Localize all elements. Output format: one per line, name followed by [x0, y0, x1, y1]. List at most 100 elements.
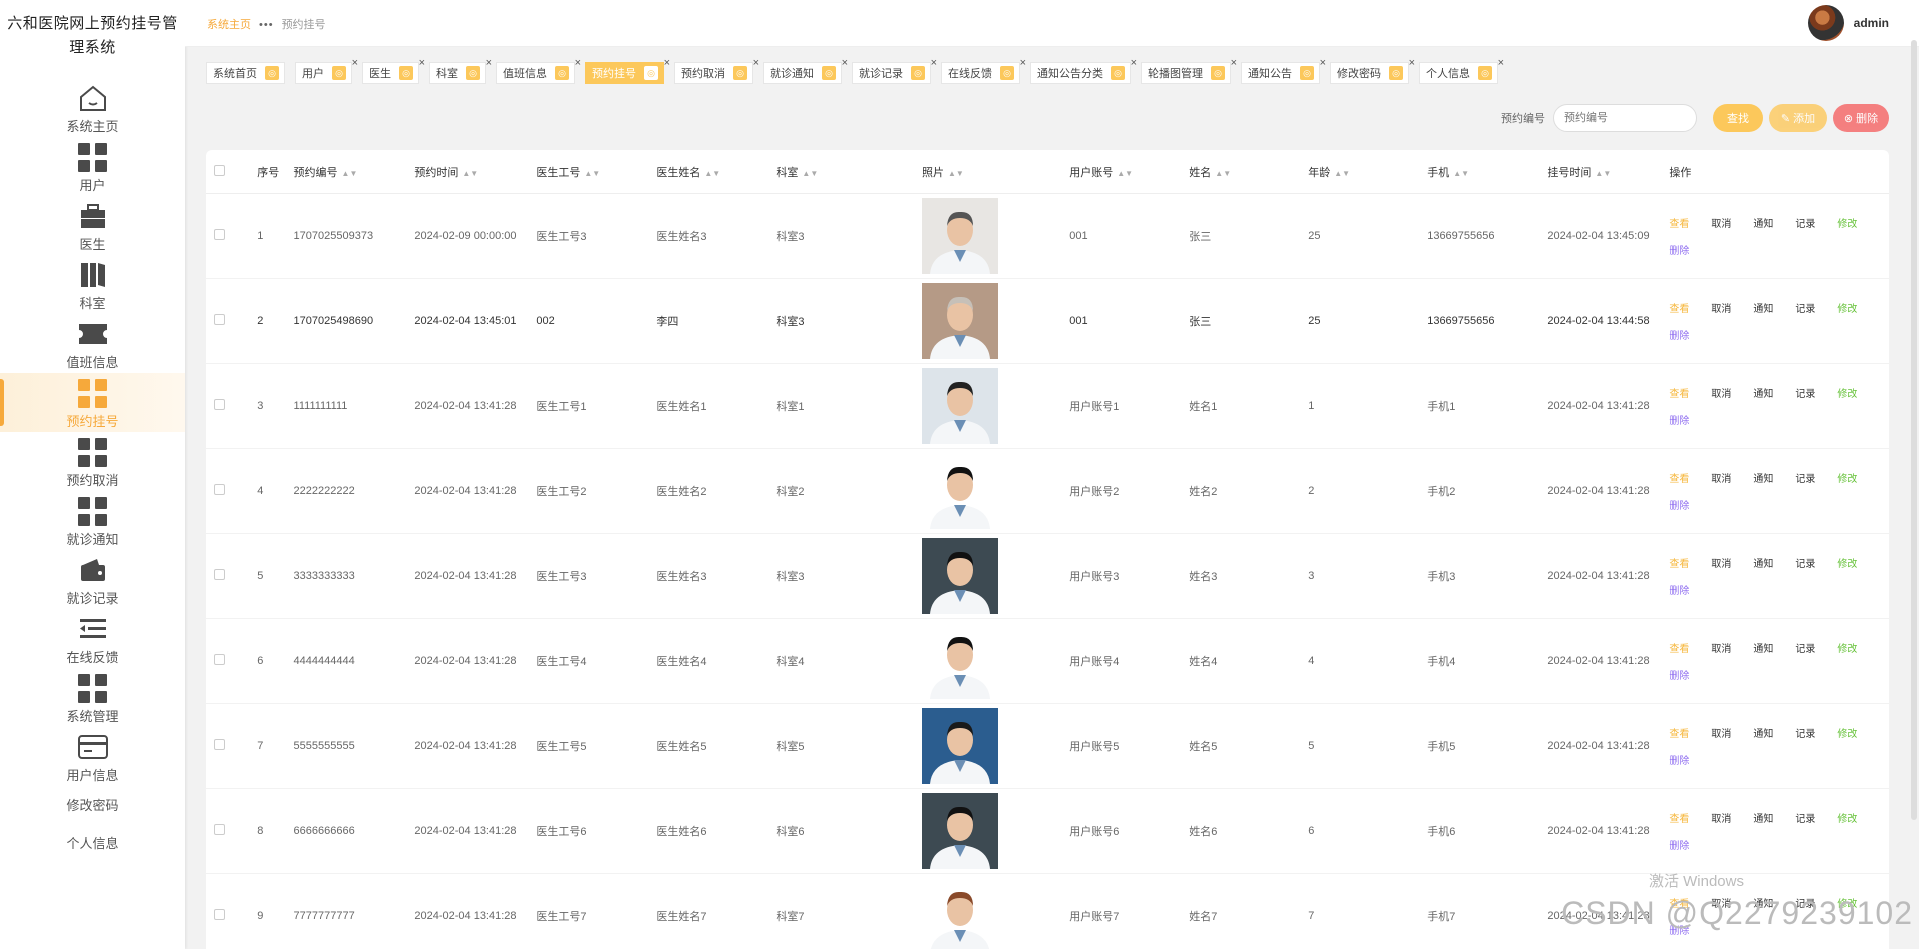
record-link[interactable]: 记录 — [1795, 810, 1837, 825]
cancel-link[interactable]: 取消 — [1711, 385, 1753, 400]
record-link[interactable]: 记录 — [1795, 555, 1837, 570]
tab-5[interactable]: 预约挂号 ◎ × — [585, 57, 670, 84]
edit-link[interactable]: 修改 — [1837, 300, 1879, 315]
avatar[interactable] — [1807, 5, 1844, 41]
sidebar-item-13[interactable]: 个人信息 — [0, 824, 185, 862]
tab-4[interactable]: 值班信息 ◎ × — [496, 57, 581, 84]
table-row[interactable]: 2 1707025498690 2024-02-04 13:45:01 002 李四 科室… — [206, 278, 1889, 364]
tab-close-icon[interactable]: × — [931, 57, 937, 69]
tab-7[interactable]: 就诊通知 ◎ × — [763, 57, 848, 84]
sort-icon[interactable]: ▲▼ — [1453, 169, 1469, 178]
tab-1[interactable]: 用户 ◎ × — [295, 57, 358, 84]
row-checkbox[interactable] — [214, 229, 225, 240]
doctor-photo[interactable] — [921, 283, 998, 359]
sort-icon[interactable]: ▲▼ — [1334, 169, 1350, 178]
tab-close-icon[interactable]: × — [486, 57, 492, 69]
view-link[interactable]: 查看 — [1669, 470, 1711, 485]
doctor-photo[interactable] — [921, 198, 998, 274]
table-row[interactable]: 4 2222222222 2024-02-04 13:41:28 医生工号2 医生姓名2… — [206, 448, 1889, 534]
sidebar-item-9[interactable]: 在线反馈 — [0, 609, 185, 668]
column-header-10[interactable]: 手机 ▲▼ — [1427, 150, 1548, 194]
edit-link[interactable]: 修改 — [1837, 215, 1879, 230]
edit-link[interactable]: 修改 — [1837, 810, 1879, 825]
table-row[interactable]: 8 6666666666 2024-02-04 13:41:28 医生工号6 医生姓名6… — [206, 788, 1889, 874]
record-link[interactable]: 记录 — [1795, 385, 1837, 400]
column-header-4[interactable]: 医生姓名 ▲▼ — [656, 150, 777, 194]
tab-refresh-icon[interactable]: ◎ — [332, 66, 346, 80]
tab-close-icon[interactable]: × — [575, 57, 581, 69]
page-scrollbar[interactable] — [1911, 40, 1917, 820]
sidebar-item-10[interactable]: 系统管理 — [0, 668, 185, 727]
row-checkbox[interactable] — [214, 314, 225, 325]
sidebar-item-3[interactable]: 科室 — [0, 255, 185, 314]
column-header-7[interactable]: 用户账号 ▲▼ — [1069, 150, 1190, 194]
cancel-link[interactable]: 取消 — [1711, 810, 1753, 825]
delete-link[interactable]: 删除 — [1669, 667, 1889, 682]
row-checkbox[interactable] — [214, 569, 225, 580]
delete-button[interactable]: ⊗ 删除 — [1833, 104, 1889, 132]
view-link[interactable]: 查看 — [1669, 640, 1711, 655]
sidebar-item-5[interactable]: 预约挂号 — [0, 373, 185, 432]
tab-10[interactable]: 通知公告分类 ◎ × — [1030, 57, 1137, 84]
tab-11[interactable]: 轮播图管理 ◎ × — [1141, 57, 1237, 84]
tab-close-icon[interactable]: × — [1409, 57, 1415, 69]
add-button[interactable]: ✎ 添加 — [1769, 104, 1827, 132]
sidebar-item-1[interactable]: 用户 — [0, 137, 185, 196]
tab-refresh-icon[interactable]: ◎ — [265, 66, 279, 80]
column-header-11[interactable]: 挂号时间 ▲▼ — [1547, 150, 1670, 194]
notify-link[interactable]: 通知 — [1753, 215, 1795, 230]
delete-link[interactable]: 删除 — [1669, 327, 1889, 342]
record-link[interactable]: 记录 — [1795, 215, 1837, 230]
tab-2[interactable]: 医生 ◎ × — [362, 57, 425, 84]
row-checkbox[interactable] — [214, 654, 225, 665]
sort-icon[interactable]: ▲▼ — [1595, 169, 1611, 178]
tab-refresh-icon[interactable]: ◎ — [1211, 66, 1225, 80]
tab-12[interactable]: 通知公告 ◎ × — [1241, 57, 1326, 84]
row-checkbox[interactable] — [214, 824, 225, 835]
sort-icon[interactable]: ▲▼ — [1117, 169, 1133, 178]
tab-13[interactable]: 修改密码 ◎ × — [1330, 57, 1415, 84]
tab-14[interactable]: 个人信息 ◎ × — [1419, 57, 1504, 84]
tab-3[interactable]: 科室 ◎ × — [429, 57, 492, 84]
tab-refresh-icon[interactable]: ◎ — [555, 66, 569, 80]
tab-refresh-icon[interactable]: ◎ — [733, 66, 747, 80]
column-header-2[interactable]: 预约时间 ▲▼ — [414, 150, 537, 194]
tab-close-icon[interactable]: × — [753, 57, 759, 69]
sort-icon[interactable]: ▲▼ — [802, 169, 818, 178]
sort-icon[interactable]: ▲▼ — [1215, 169, 1231, 178]
sidebar-item-7[interactable]: 就诊通知 — [0, 491, 185, 550]
record-link[interactable]: 记录 — [1795, 725, 1837, 740]
tab-close-icon[interactable]: × — [664, 57, 670, 69]
cancel-link[interactable]: 取消 — [1711, 300, 1753, 315]
tab-refresh-icon[interactable]: ◎ — [1300, 66, 1314, 80]
tab-close-icon[interactable]: × — [842, 57, 848, 69]
notify-link[interactable]: 通知 — [1753, 725, 1795, 740]
delete-link[interactable]: 删除 — [1669, 582, 1889, 597]
tab-6[interactable]: 预约取消 ◎ × — [674, 57, 759, 84]
sidebar-item-11[interactable]: 用户信息 — [0, 727, 185, 786]
view-link[interactable]: 查看 — [1669, 725, 1711, 740]
cancel-link[interactable]: 取消 — [1711, 725, 1753, 740]
sort-icon[interactable]: ▲▼ — [462, 169, 478, 178]
sidebar-item-0[interactable]: 系统主页 — [0, 78, 185, 137]
tab-refresh-icon[interactable]: ◎ — [1478, 66, 1492, 80]
table-row[interactable]: 5 3333333333 2024-02-04 13:41:28 医生工号3 医生姓名3… — [206, 533, 1889, 619]
cancel-link[interactable]: 取消 — [1711, 470, 1753, 485]
tab-0[interactable]: 系统首页 ◎ — [206, 62, 285, 84]
column-header-5[interactable]: 科室 ▲▼ — [776, 150, 922, 194]
delete-link[interactable]: 删除 — [1669, 497, 1889, 512]
row-checkbox[interactable] — [214, 399, 225, 410]
doctor-photo[interactable] — [921, 538, 998, 614]
sort-icon[interactable]: ▲▼ — [948, 169, 964, 178]
edit-link[interactable]: 修改 — [1837, 555, 1879, 570]
column-header-6[interactable]: 照片 ▲▼ — [921, 150, 1070, 194]
tab-close-icon[interactable]: × — [1320, 57, 1326, 69]
column-header-0[interactable]: 序号 — [257, 150, 294, 194]
sidebar-item-4[interactable]: 值班信息 — [0, 314, 185, 373]
find-button[interactable]: 查找 — [1713, 104, 1763, 132]
cancel-link[interactable]: 取消 — [1711, 640, 1753, 655]
delete-link[interactable]: 删除 — [1669, 837, 1889, 852]
sidebar-item-8[interactable]: 就诊记录 — [0, 550, 185, 609]
search-input[interactable] — [1553, 104, 1697, 132]
notify-link[interactable]: 通知 — [1753, 640, 1795, 655]
